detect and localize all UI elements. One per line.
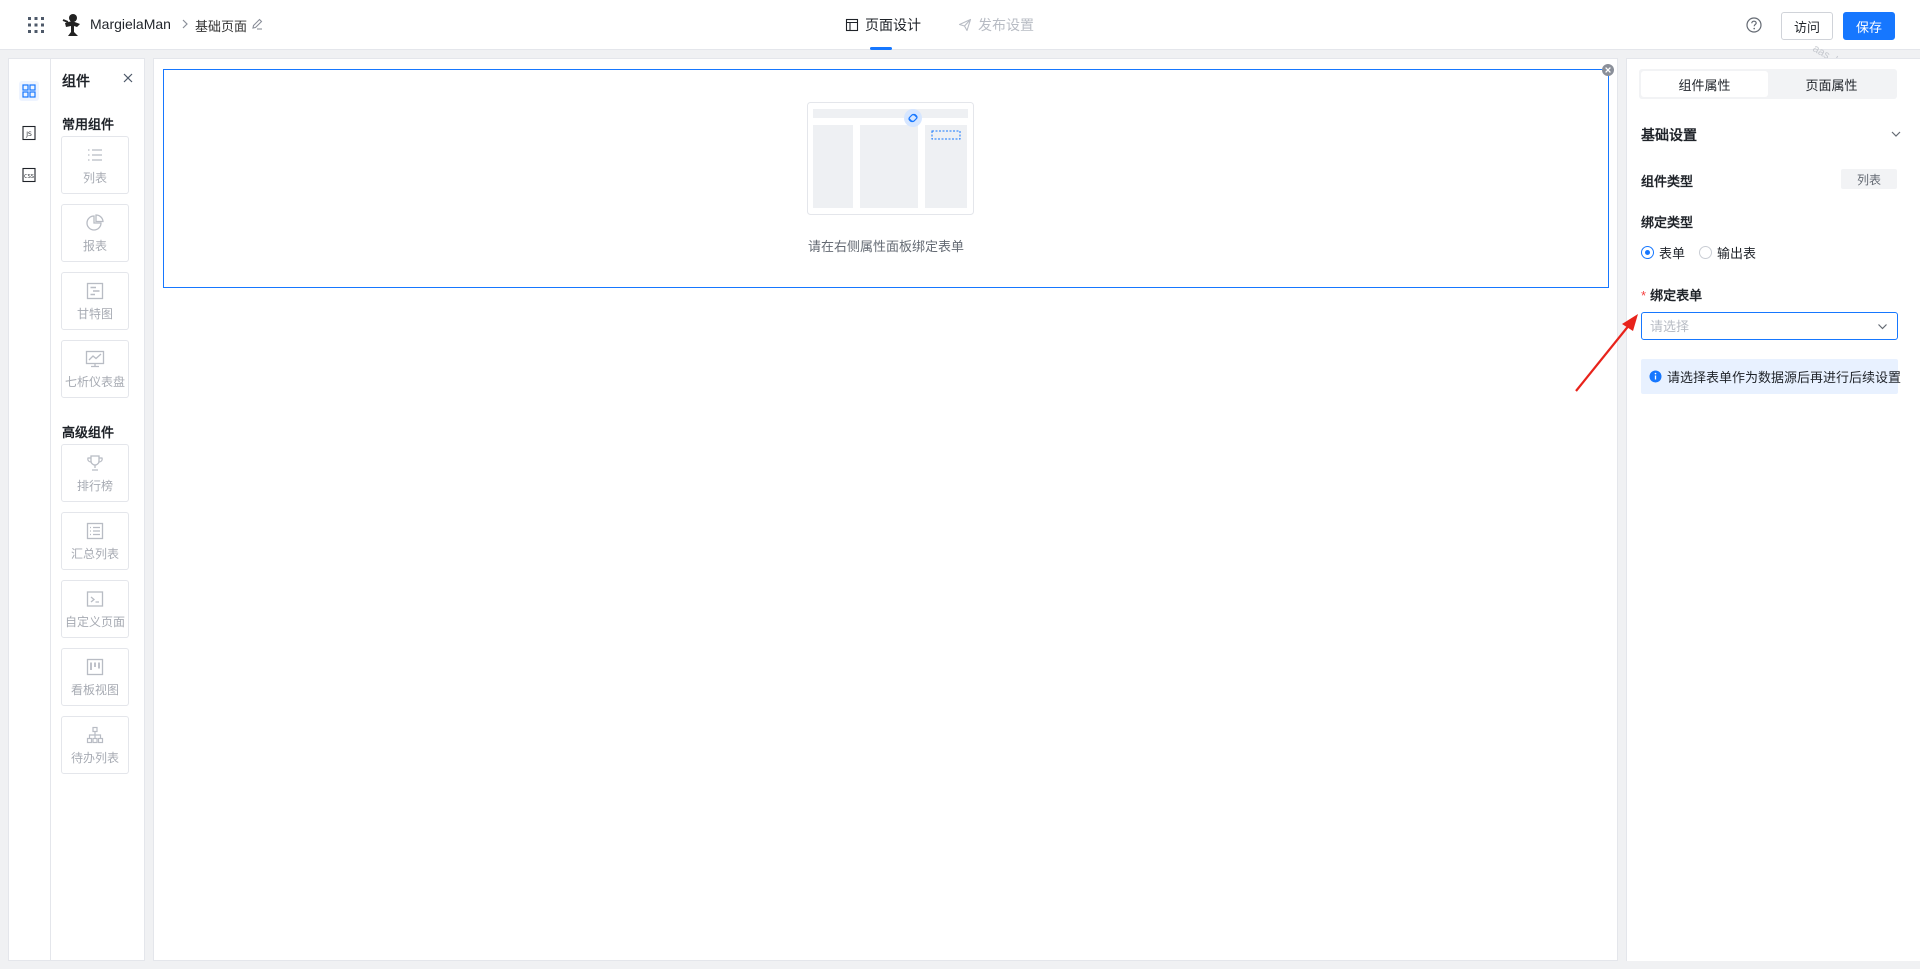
terminal-icon [86, 590, 104, 607]
edit-pencil-icon[interactable] [250, 17, 264, 31]
radio-unchecked[interactable] [1699, 246, 1712, 259]
css-file-icon: CSS [22, 167, 36, 183]
tab-page-design-label: 页面设计 [865, 17, 921, 33]
js-file-icon: JS [22, 125, 36, 141]
app-name[interactable]: MargielaMan [90, 16, 171, 32]
component-card-label: 待办列表 [70, 750, 119, 765]
component-card-gantt[interactable]: 甘特图 [61, 272, 129, 330]
info-icon [1649, 370, 1662, 383]
send-icon [958, 18, 972, 32]
components-panel: 组件 常用组件 列表 报表 甘特图 七析仪表盘 高级组件 排行榜 汇总列表 自定… [50, 58, 145, 961]
summary-list-icon [86, 522, 104, 539]
tab-publish-settings[interactable]: 发布设置 [958, 0, 1034, 50]
bind-form-select-input[interactable] [1650, 318, 1870, 334]
component-card-label: 看板视图 [70, 682, 119, 697]
component-card-label: 排行榜 [76, 478, 113, 493]
components-panel-title: 组件 [62, 73, 90, 89]
help-icon[interactable] [1745, 16, 1763, 34]
tab-page-properties[interactable]: 页面属性 [1768, 71, 1895, 97]
org-tree-icon [86, 726, 104, 743]
page-name: 基础页面 [195, 19, 248, 34]
layout-icon [845, 18, 859, 32]
component-card-label: 汇总列表 [70, 546, 119, 561]
component-card-kanban[interactable]: 看板视图 [61, 648, 129, 706]
radio-checked[interactable] [1641, 246, 1654, 259]
rail-js-button[interactable]: JS [19, 123, 39, 143]
app-logo-icon [60, 12, 84, 38]
properties-tab-switch: 组件属性 页面属性 [1639, 69, 1897, 99]
empty-form-illustration [807, 102, 974, 215]
component-type-value: 列表 [1841, 169, 1897, 189]
svg-text:CSS: CSS [24, 174, 34, 180]
radio-label: 输出表 [1717, 246, 1757, 261]
app-grid-icon[interactable] [26, 15, 46, 35]
bind-form-label-text: 绑定表单 [1650, 288, 1703, 303]
save-button[interactable]: 保存 [1843, 12, 1895, 40]
pie-chart-icon [86, 213, 104, 231]
empty-bind-hint: 请在右侧属性面板绑定表单 [807, 239, 964, 254]
info-alert-text: 请选择表单作为数据源后再进行后续设置 [1667, 370, 1902, 385]
advanced-components-heading: 高级组件 [62, 425, 115, 440]
component-card-custom-page[interactable]: 自定义页面 [61, 580, 129, 638]
left-tool-rail: JS CSS [8, 58, 50, 961]
rail-components-button[interactable] [19, 81, 39, 101]
breadcrumb-chevron-icon [178, 17, 192, 31]
component-card-label: 自定义页面 [64, 614, 125, 629]
list-icon [88, 148, 102, 161]
remove-widget-icon[interactable] [1601, 63, 1615, 77]
radio-label: 表单 [1659, 246, 1686, 261]
bind-form-label: * 绑定表单 [1641, 285, 1702, 304]
required-mark: * [1641, 288, 1647, 303]
bind-form-select[interactable] [1641, 312, 1898, 340]
dashboard-icon [85, 350, 105, 367]
component-card-summary-list[interactable]: 汇总列表 [61, 512, 129, 570]
kanban-icon [86, 658, 104, 675]
info-alert: 请选择表单作为数据源后再进行后续设置 [1641, 359, 1902, 394]
common-components-heading: 常用组件 [62, 117, 115, 132]
tab-page-design[interactable]: 页面设计 [845, 0, 921, 50]
top-bar: MargielaMan 基础页面 页面设计 发布设置 访问 保存 aas_bet… [0, 0, 1920, 99]
component-type-label: 组件类型 [1641, 174, 1694, 189]
design-canvas[interactable]: 请在右侧属性面板绑定表单 [153, 58, 1618, 961]
visit-button[interactable]: 访问 [1781, 12, 1833, 40]
chevron-down-icon[interactable] [1876, 320, 1889, 333]
component-card-dashboard[interactable]: 七析仪表盘 [61, 340, 129, 398]
svg-text:JS: JS [25, 131, 32, 138]
components-grid-icon [22, 84, 36, 98]
component-card-list[interactable]: 列表 [61, 136, 129, 194]
tab-component-properties[interactable]: 组件属性 [1641, 71, 1768, 97]
component-card-label: 七析仪表盘 [64, 374, 125, 389]
chevron-down-icon[interactable] [1889, 127, 1903, 141]
bind-type-form-radio[interactable]: 表单 [1641, 243, 1685, 262]
basic-settings-heading[interactable]: 基础设置 [1641, 125, 1697, 145]
properties-panel: 组件属性 页面属性 基础设置 组件类型 列表 绑定类型 表单 输出表 * 绑定表单… [1626, 58, 1920, 961]
component-card-label: 列表 [82, 170, 107, 185]
component-card-label: 报表 [82, 238, 107, 253]
component-card-leaderboard[interactable]: 排行榜 [61, 444, 129, 502]
component-card-label: 甘特图 [76, 306, 113, 321]
bind-type-label: 绑定类型 [1641, 215, 1694, 230]
tab-publish-settings-label: 发布设置 [978, 17, 1034, 33]
component-card-todo-list[interactable]: 待办列表 [61, 716, 129, 774]
list-widget-placeholder[interactable]: 请在右侧属性面板绑定表单 [163, 64, 1614, 288]
trophy-icon [87, 454, 103, 471]
component-card-report[interactable]: 报表 [61, 204, 129, 262]
close-icon[interactable] [120, 70, 136, 86]
bind-type-output-table-radio[interactable]: 输出表 [1699, 243, 1756, 262]
rail-css-button[interactable]: CSS [19, 165, 39, 185]
gantt-icon [86, 282, 104, 299]
